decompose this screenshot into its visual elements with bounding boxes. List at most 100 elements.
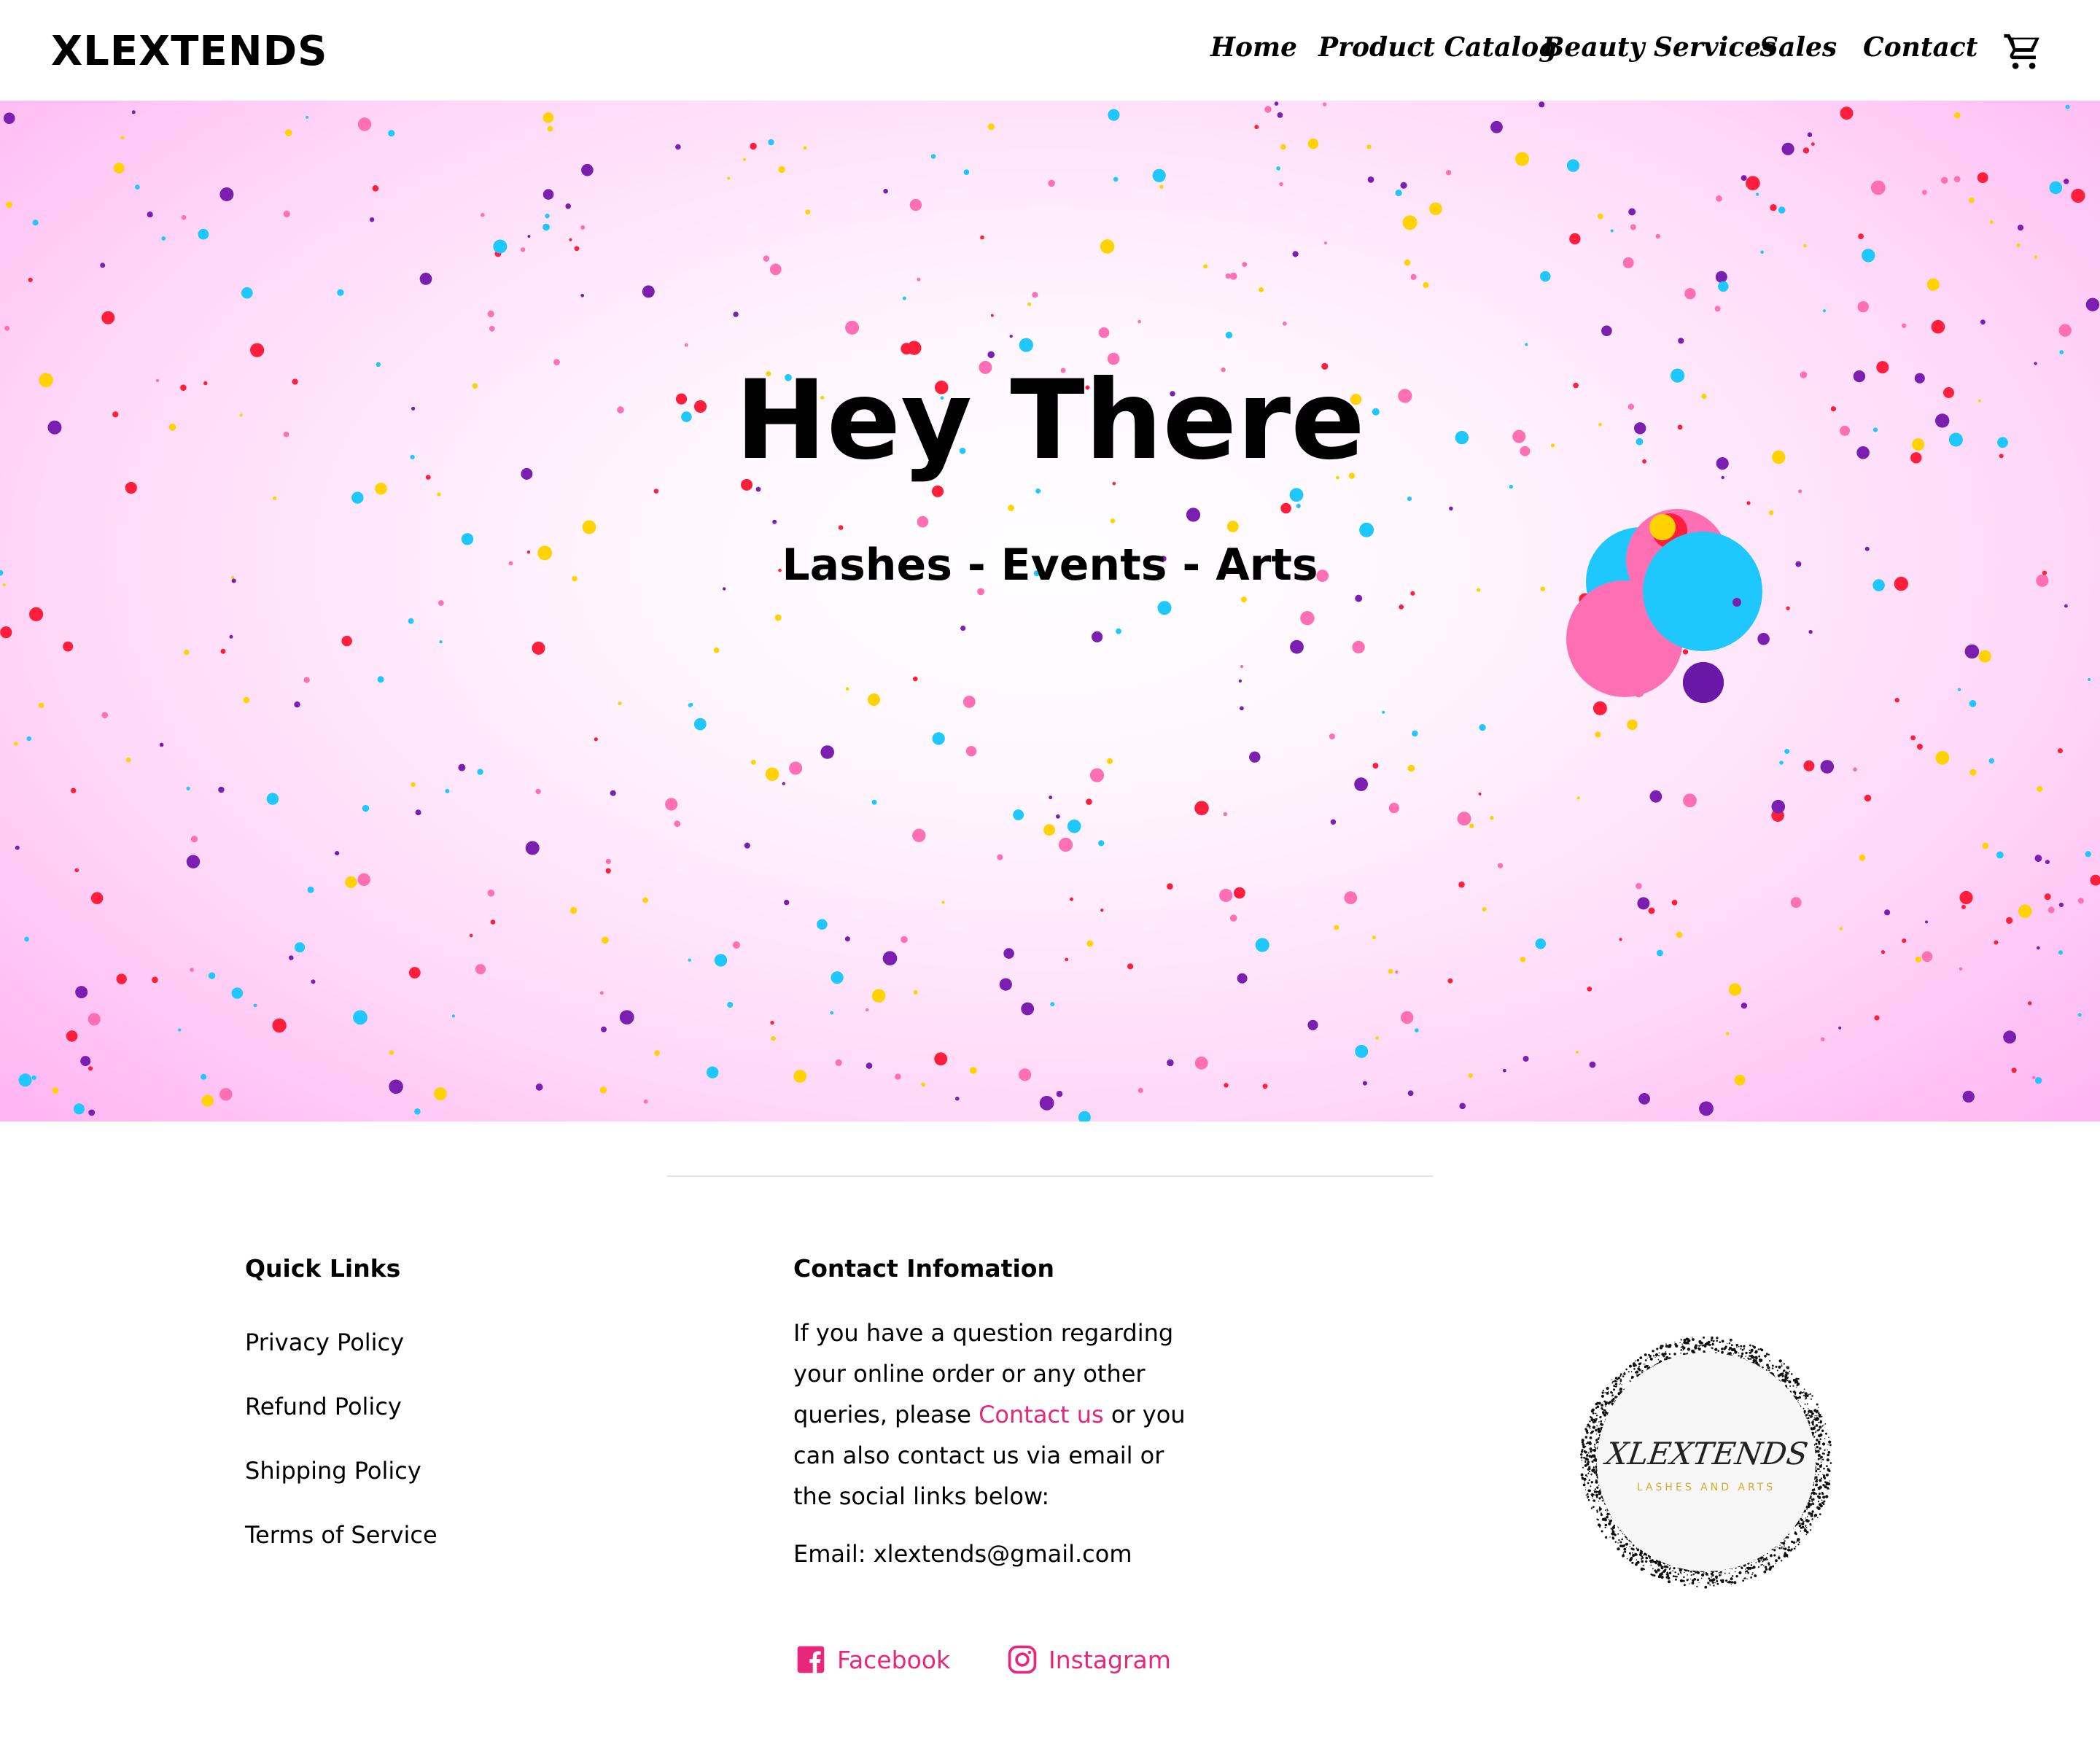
shipping-policy-link[interactable]: Shipping Policy: [245, 1457, 421, 1485]
seal-speckle: [1686, 1579, 1689, 1582]
confetti-dot: [1520, 957, 1526, 962]
seal-speckle: [1619, 1374, 1622, 1377]
seal-speckle: [1665, 1343, 1667, 1345]
seal-speckle: [1786, 1380, 1789, 1382]
nav-contact[interactable]: Contact: [1863, 32, 1978, 63]
seal-speckle: [1751, 1562, 1752, 1563]
confetti-dot: [642, 285, 655, 298]
confetti-dot: [1009, 335, 1013, 338]
confetti-dot: [1229, 272, 1237, 280]
seal-speckle: [1778, 1547, 1781, 1549]
seal-speckle: [1787, 1548, 1791, 1552]
confetti-dot: [2048, 906, 2055, 914]
seal-speckle: [1628, 1364, 1632, 1368]
seal-speckle: [1680, 1349, 1682, 1351]
seal-speckle: [1771, 1367, 1774, 1369]
seal-speckle: [1629, 1380, 1631, 1382]
seal-speckle: [1609, 1536, 1611, 1538]
seal-speckle: [1727, 1582, 1729, 1584]
seal-speckle: [1655, 1355, 1657, 1357]
seal-speckle: [1821, 1425, 1824, 1427]
confetti-dot: [765, 767, 779, 781]
seal-speckle: [1819, 1447, 1821, 1450]
seal-speckle: [1728, 1348, 1731, 1351]
confetti-dot: [469, 933, 473, 938]
seal-speckle: [1593, 1450, 1596, 1452]
seal-speckle: [1760, 1564, 1762, 1566]
confetti-dot: [1619, 938, 1622, 941]
seal-speckle: [1822, 1496, 1826, 1499]
seal-speckle: [1816, 1439, 1819, 1442]
seal-speckle: [1788, 1380, 1792, 1384]
confetti-dot: [1598, 214, 1603, 219]
seal-speckle: [1629, 1552, 1631, 1555]
confetti-dot: [2006, 917, 2013, 924]
confetti-dot: [1388, 968, 1393, 974]
seal-speckle: [1621, 1538, 1623, 1541]
seal-speckle: [1631, 1552, 1633, 1554]
confetti-dot: [1798, 489, 1802, 494]
facebook-icon: [797, 1646, 825, 1673]
seal-speckle: [1695, 1348, 1698, 1350]
confetti-dot: [1853, 767, 1857, 772]
confetti-dot: [1630, 224, 1636, 230]
confetti-dot: [2003, 1030, 2017, 1044]
seal-speckle: [1587, 1468, 1590, 1471]
seal-speckle: [1604, 1526, 1606, 1528]
confetti-dot: [375, 483, 387, 495]
confetti-dot: [845, 320, 860, 335]
refund-policy-link[interactable]: Refund Policy: [245, 1393, 402, 1420]
confetti-dot: [190, 968, 194, 972]
shopping-cart-icon[interactable]: [2002, 31, 2045, 73]
privacy-policy-link[interactable]: Privacy Policy: [245, 1329, 404, 1356]
seal-speckle: [1829, 1480, 1830, 1482]
nav-sales[interactable]: Sales: [1759, 32, 1837, 63]
contact-us-link[interactable]: Contact us: [979, 1401, 1104, 1428]
seal-speckle: [1816, 1403, 1819, 1406]
seal-speckle: [1594, 1460, 1596, 1462]
seal-speckle: [1629, 1546, 1631, 1547]
confetti-dot: [1803, 244, 1807, 248]
confetti-dot: [131, 110, 136, 114]
seal-speckle: [1584, 1429, 1586, 1431]
seal-speckle: [1632, 1554, 1636, 1558]
nav-beauty-services[interactable]: Beauty Services: [1542, 32, 1776, 63]
seal-speckle: [1733, 1353, 1735, 1355]
seal-speckle: [1746, 1578, 1748, 1580]
seal-speckle: [1779, 1544, 1781, 1546]
confetti-dot: [1086, 940, 1094, 947]
confetti-dot: [294, 701, 300, 708]
seal-speckle: [1816, 1430, 1817, 1432]
seal-speckle: [1603, 1413, 1607, 1417]
site-brand[interactable]: XLEXTENDS: [51, 28, 327, 75]
seal-speckle: [1658, 1352, 1660, 1354]
seal-speckle: [1595, 1415, 1598, 1417]
confetti-dot: [1027, 302, 1032, 306]
confetti-dot: [1116, 628, 1121, 634]
seal-speckle: [1721, 1350, 1724, 1354]
confetti-dot: [1065, 957, 1069, 962]
seal-speckle: [1647, 1365, 1649, 1366]
seal-speckle: [1749, 1355, 1751, 1357]
confetti-dot: [990, 314, 994, 317]
seal-speckle: [1708, 1577, 1711, 1580]
confetti-dot: [116, 973, 127, 984]
seal-speckle: [1823, 1500, 1826, 1503]
confetti-dot: [1628, 208, 1636, 216]
terms-of-service-link[interactable]: Terms of Service: [245, 1521, 438, 1549]
seal-speckle: [1778, 1359, 1782, 1363]
seal-speckle: [1827, 1451, 1831, 1454]
confetti-dot: [1415, 1028, 1419, 1032]
seal-speckle: [1712, 1341, 1714, 1343]
nav-product-catalog[interactable]: Product Catalog: [1318, 32, 1557, 63]
facebook-link[interactable]: Facebook: [795, 1644, 950, 1676]
seal-speckle: [1596, 1511, 1598, 1513]
confetti-dot: [1637, 897, 1650, 910]
confetti-dot: [965, 746, 977, 757]
seal-speckle: [1596, 1518, 1598, 1520]
instagram-link[interactable]: Instagram: [1006, 1644, 1171, 1676]
nav-home[interactable]: Home: [1210, 32, 1297, 63]
seal-speckle: [1657, 1563, 1660, 1566]
confetti-dot: [1725, 1032, 1730, 1035]
seal-speckle: [1592, 1412, 1595, 1415]
